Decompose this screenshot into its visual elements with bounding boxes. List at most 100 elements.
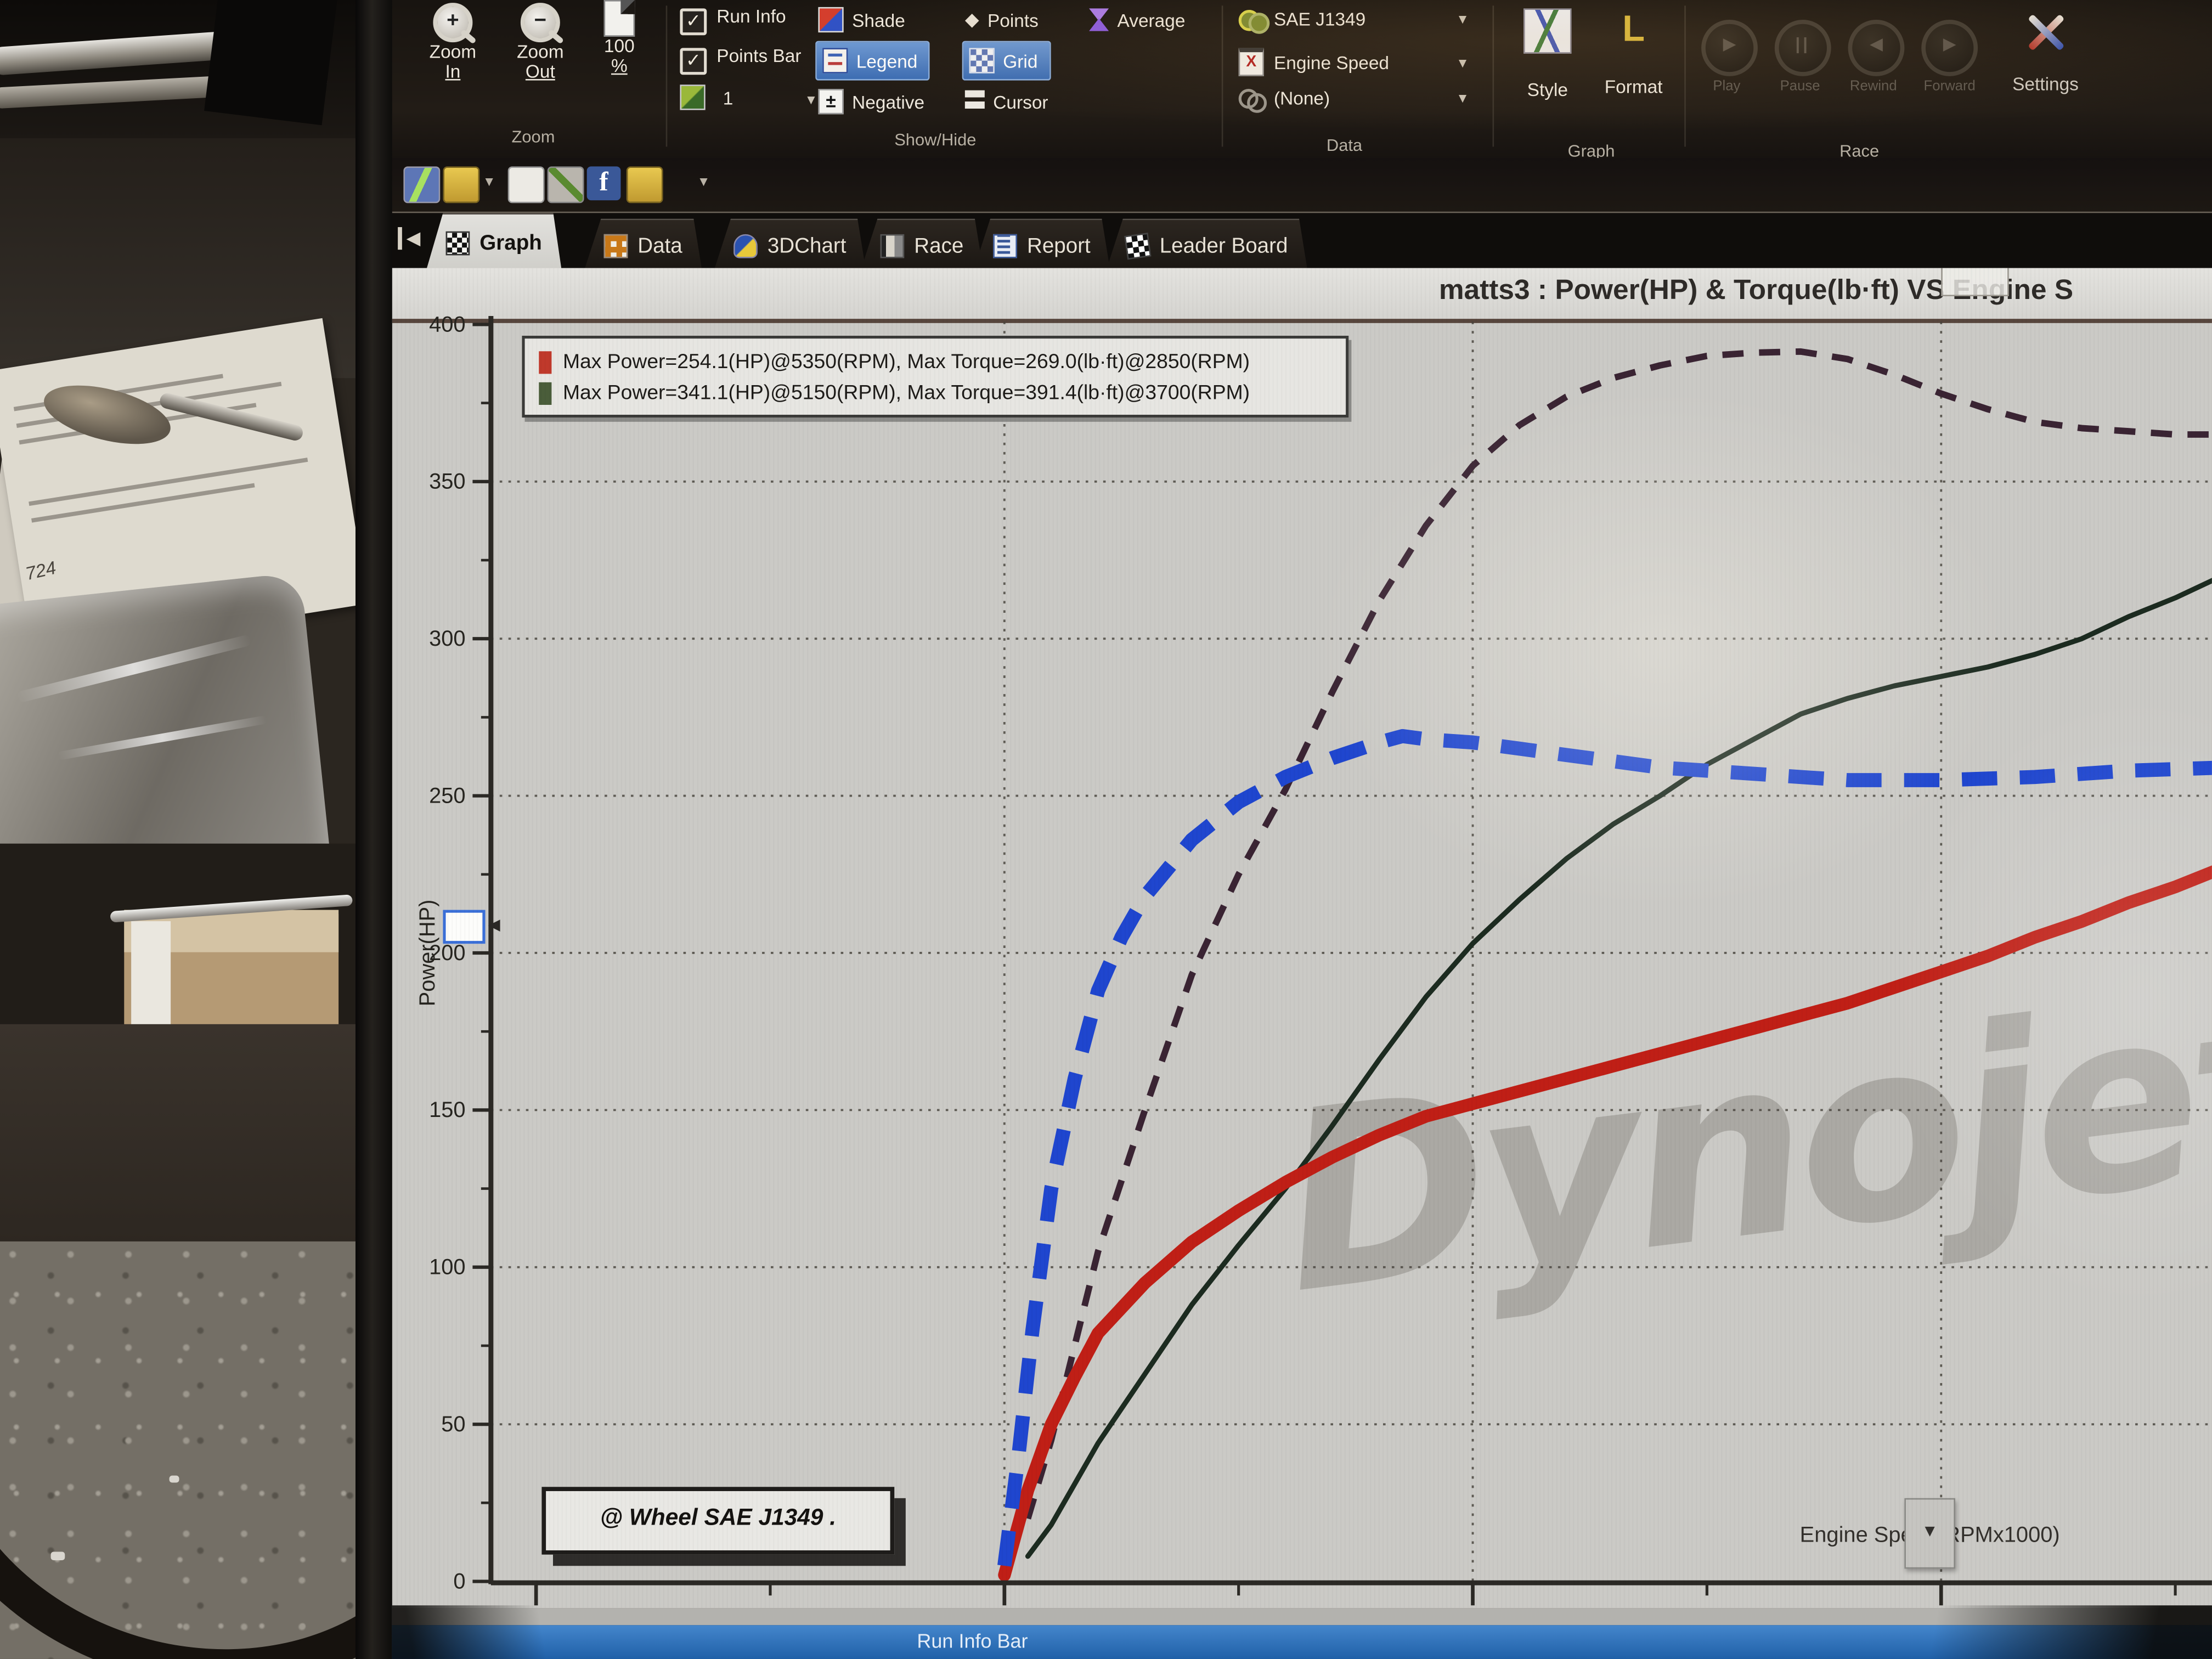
new-graph-icon[interactable] (403, 166, 440, 203)
play-label: Play (1701, 79, 1752, 94)
style-icon (1523, 8, 1571, 53)
run-info-bar-label: Run Info Bar (917, 1629, 1028, 1652)
forward-icon: ▶ (1943, 34, 1956, 54)
ribbon-toolbar: + ZoomIn − ZoomOut 100% Zoom ✓Run Info ✓… (392, 0, 2212, 158)
y-tick-label-300: 300 (429, 627, 465, 651)
dyno-plot: 050100150200250300350400123Power(HP)Engi… (392, 268, 2212, 1609)
y-axis-cursor-handle[interactable] (443, 910, 485, 944)
y-tick-label-350: 350 (429, 470, 465, 494)
secondary-channel-dropdown[interactable]: (None) ▾ (1239, 87, 1473, 109)
race-tab-icon (881, 234, 905, 258)
run-1-power-hp--curve (1005, 868, 2212, 1575)
cursor-toggle[interactable]: Cursor (965, 84, 1048, 119)
legend-run2: Max Power=341.1(HP)@5150(RPM), Max Torqu… (539, 378, 1346, 409)
points-bar-checkbox[interactable]: ✓Points Bar (680, 45, 801, 75)
leader-board-tab-icon (1124, 232, 1151, 259)
rewind-label: Rewind (1837, 79, 1910, 94)
weather-correction-dropdown[interactable]: SAE J1349 ▾ (1239, 8, 1473, 30)
facebook-share-icon[interactable]: f (587, 166, 621, 200)
zoom-out-button[interactable]: − ZoomOut (499, 3, 581, 82)
graph-tab-icon (446, 230, 470, 255)
rewind-button[interactable]: ◀ (1848, 20, 1905, 76)
y-tick-label-150: 150 (429, 1098, 465, 1122)
open-folder-icon[interactable] (627, 166, 663, 203)
report-tab-icon (993, 234, 1017, 258)
tab-3dchart[interactable]: 3DChart (714, 219, 866, 271)
open-folder-icon[interactable] (443, 166, 479, 203)
y-tick-label-0: 0 (453, 1569, 465, 1593)
checkbox-checked-icon: ✓ (680, 8, 707, 35)
pause-label: Pause (1769, 79, 1831, 94)
page-icon (604, 0, 635, 37)
shade-toggle[interactable]: Shade (818, 3, 905, 37)
tab-scroll-left-button[interactable]: ◀ (398, 227, 420, 250)
forward-label: Forward (1910, 79, 1989, 94)
legend-run1: Max Power=254.1(HP)@5350(RPM), Max Torqu… (539, 347, 1346, 379)
photo-of-dyno-laptop: 724 + ZoomIn − ZoomOut (0, 0, 2212, 1659)
laptop-screen: + ZoomIn − ZoomOut 100% Zoom ✓Run Info ✓… (392, 0, 2212, 1659)
y-tick-label-50: 50 (441, 1412, 465, 1436)
run2-color-swatch (539, 382, 551, 405)
clamp-block (204, 0, 337, 125)
show-hide-group-label: Show/Hide (857, 130, 1013, 150)
y-tick-label-250: 250 (429, 783, 465, 808)
cursor-icon (965, 91, 985, 113)
average-toggle[interactable]: Average (1089, 3, 1185, 37)
tab-race[interactable]: Race (861, 219, 984, 271)
wheel-sae-annotation: @ Wheel SAE J1349 . (541, 1487, 894, 1554)
tab-data[interactable]: Data (584, 219, 702, 271)
legend-toggle-active[interactable]: Legend (815, 41, 930, 81)
tab-report[interactable]: Report (973, 219, 1110, 271)
points-toggle[interactable]: ◆Points (965, 3, 1039, 37)
y-cursor-arrow-icon: ◀ (488, 916, 500, 934)
legend-icon (822, 48, 848, 73)
status-strip (392, 1608, 2212, 1625)
checkbox-checked-icon: ✓ (680, 48, 707, 75)
pause-button[interactable]: || (1775, 20, 1831, 76)
zoom-out-icon: − (521, 3, 560, 42)
dropdown-arrow-icon[interactable]: ▾ (699, 172, 707, 206)
points-icon: ◆ (965, 8, 979, 31)
chart-tool-icon[interactable] (548, 166, 584, 203)
run-info-checkbox[interactable]: ✓Run Info (680, 5, 786, 35)
floor-debris (51, 1552, 65, 1560)
format-button[interactable]: L Format (1594, 8, 1673, 97)
run-info-bar[interactable]: Run Info Bar (392, 1625, 2212, 1659)
max-power-torque-legend: Max Power=254.1(HP)@5350(RPM), Max Torqu… (522, 336, 1348, 417)
tab-graph[interactable]: Graph (426, 213, 562, 270)
run-1-torque-lb-ft--curve (1005, 736, 2212, 1566)
dropdown-arrow-icon[interactable]: ▾ (486, 172, 493, 206)
style-button[interactable]: Style (1509, 8, 1585, 100)
x-axis-cursor-handle-top[interactable] (1941, 268, 2008, 296)
shade-icon (818, 7, 843, 32)
chevron-down-icon: ▾ (807, 92, 815, 109)
run-number-spinner[interactable]: 1 ▾ (680, 84, 835, 111)
3dchart-tab-icon (733, 234, 758, 258)
grid-toggle-active[interactable]: Grid (962, 41, 1051, 81)
new-file-icon[interactable] (508, 166, 545, 203)
negative-toggle[interactable]: ±Negative (818, 84, 924, 119)
play-button[interactable]: ▶ (1701, 20, 1758, 76)
settings-icon (2024, 12, 2067, 54)
x-axis-cursor-handle-bottom[interactable]: ▼ (1904, 1498, 1955, 1569)
workbench-background: 724 (0, 0, 356, 1659)
zoom-group-label: Zoom (477, 127, 590, 146)
x-channel-dropdown[interactable]: XEngine Speed ▾ (1239, 48, 1473, 76)
handwritten-note: 724 (24, 557, 58, 584)
none-channel-icon (1239, 88, 1264, 108)
forward-button[interactable]: ▶ (1921, 20, 1978, 76)
y-tick-label-400: 400 (429, 312, 465, 336)
run-select-icon (680, 84, 705, 110)
zoom-100-button[interactable]: 100% (584, 0, 655, 76)
format-icon: L (1612, 8, 1655, 50)
settings-button[interactable]: Settings (2003, 12, 2087, 95)
chevron-down-icon: ▾ (1459, 89, 1466, 107)
y-axis-title: Power(HP) (415, 900, 439, 1007)
average-icon (1089, 8, 1109, 31)
graph-view: matts3 : Power(HP) & Torque(lb·ft) VS En… (392, 268, 2212, 1609)
run1-color-swatch (539, 351, 551, 374)
zoom-in-button[interactable]: + ZoomIn (412, 3, 494, 82)
chevron-down-icon: ▾ (1459, 53, 1466, 71)
tab-leader-board[interactable]: Leader Board (1106, 219, 1307, 271)
zoom-in-icon: + (433, 3, 472, 42)
